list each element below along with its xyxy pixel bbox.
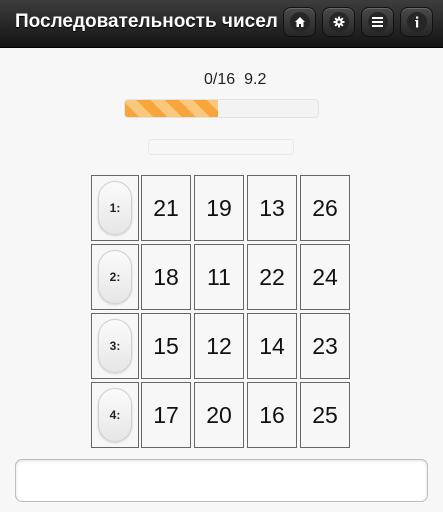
menu-icon — [367, 12, 388, 32]
number-cell[interactable]: 12 — [194, 313, 244, 379]
time-remaining: 9.2 — [244, 71, 267, 88]
info-icon — [406, 12, 427, 32]
menu-button[interactable] — [361, 7, 394, 37]
settings-button[interactable] — [322, 7, 355, 37]
gear-icon — [328, 12, 349, 32]
message-box — [148, 139, 294, 155]
number-cell[interactable]: 24 — [300, 244, 350, 310]
row-button-label: 1: — [98, 181, 132, 235]
info-button[interactable] — [400, 7, 433, 37]
row-button-3[interactable]: 3: — [91, 313, 139, 379]
progress-count: 0/16 — [204, 71, 236, 88]
row-button-2[interactable]: 2: — [91, 244, 139, 310]
number-cell[interactable]: 21 — [141, 175, 191, 241]
number-cell[interactable]: 22 — [247, 244, 297, 310]
number-cell[interactable]: 15 — [141, 313, 191, 379]
row-button-1[interactable]: 1: — [91, 175, 139, 241]
number-cell[interactable]: 18 — [141, 244, 191, 310]
number-cell[interactable]: 20 — [194, 382, 244, 448]
timer-bar-fill — [125, 100, 218, 117]
home-icon — [289, 12, 310, 32]
number-cell[interactable]: 17 — [141, 382, 191, 448]
home-button[interactable] — [283, 7, 316, 37]
row-button-label: 3: — [98, 319, 132, 373]
number-cell[interactable]: 26 — [300, 175, 350, 241]
timer-bar — [124, 99, 319, 118]
row-button-4[interactable]: 4: — [91, 382, 139, 448]
header-bar: Последовательность чисел — [0, 0, 443, 48]
number-cell[interactable]: 25 — [300, 382, 350, 448]
number-cell[interactable]: 11 — [194, 244, 244, 310]
number-cell[interactable]: 16 — [247, 382, 297, 448]
number-cell[interactable]: 13 — [247, 175, 297, 241]
number-cell[interactable]: 14 — [247, 313, 297, 379]
status-line: 0/16 9.2 — [204, 71, 266, 89]
row-button-label: 2: — [98, 250, 132, 304]
number-cell[interactable]: 19 — [194, 175, 244, 241]
answer-input[interactable] — [15, 459, 428, 502]
app-title: Последовательность чисел — [15, 11, 278, 32]
row-button-label: 4: — [98, 388, 132, 442]
number-cell[interactable]: 23 — [300, 313, 350, 379]
